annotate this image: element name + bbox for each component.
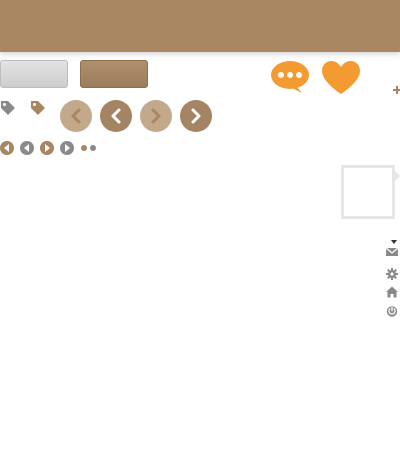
small-next-button-brown[interactable] xyxy=(40,141,54,155)
envelope-icon[interactable] xyxy=(385,242,399,256)
next-button[interactable] xyxy=(180,100,212,132)
pager-dot-active[interactable] xyxy=(81,145,87,151)
grey-button[interactable] xyxy=(0,60,68,88)
chevron-left-icon xyxy=(71,108,81,124)
prev-button[interactable] xyxy=(100,100,132,132)
pager-dot[interactable] xyxy=(90,145,96,151)
caret-left-icon xyxy=(4,144,9,152)
chevron-right-icon xyxy=(151,108,161,124)
caret-left-icon xyxy=(24,144,29,152)
header-bar xyxy=(0,0,400,52)
chevron-right-icon xyxy=(191,108,201,124)
caret-down-icon[interactable] xyxy=(391,229,397,244)
small-next-button-grey[interactable] xyxy=(60,141,74,155)
tag-icon[interactable] xyxy=(30,100,46,116)
frame-pointer xyxy=(395,166,400,181)
chat-bubble-icon[interactable] xyxy=(270,60,310,94)
tag-icon[interactable] xyxy=(0,100,16,116)
caret-right-icon xyxy=(45,144,50,152)
brown-button[interactable] xyxy=(80,60,148,88)
prev-button-light[interactable] xyxy=(60,100,92,132)
plus-icon[interactable] xyxy=(393,79,400,94)
heart-icon[interactable] xyxy=(320,60,362,96)
caret-right-icon xyxy=(65,144,70,152)
chevron-left-icon xyxy=(111,108,121,124)
home-icon[interactable] xyxy=(386,283,398,298)
small-prev-button-grey[interactable] xyxy=(20,141,34,155)
small-prev-button-brown[interactable] xyxy=(0,141,14,155)
next-button-light[interactable] xyxy=(140,100,172,132)
gear-icon[interactable] xyxy=(386,265,398,280)
power-icon[interactable] xyxy=(386,302,398,317)
thumbnail-frame[interactable] xyxy=(341,165,395,219)
